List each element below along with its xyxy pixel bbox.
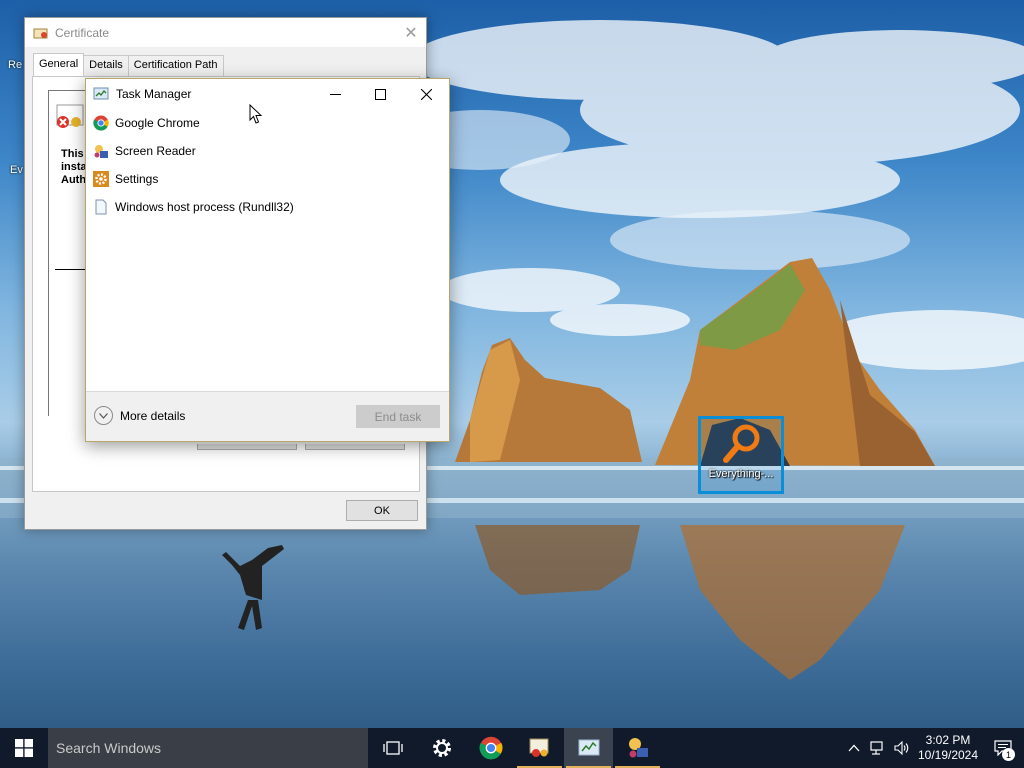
process-row-screen-reader[interactable]: Screen Reader <box>86 137 449 165</box>
network-button[interactable] <box>866 728 890 768</box>
chevron-down-icon <box>94 406 113 425</box>
certificate-icon <box>33 28 48 38</box>
clock-date: 10/19/2024 <box>917 748 979 762</box>
task-manager-icon <box>578 739 599 756</box>
minimize-button[interactable] <box>313 79 358 109</box>
certificate-text-line: This <box>61 148 84 160</box>
desktop-label-partial: Re <box>8 59 23 71</box>
minimize-icon <box>330 93 341 95</box>
taskbar-certificate[interactable] <box>515 728 564 768</box>
notification-badge: 1 <box>1002 748 1015 761</box>
screen-reader-icon <box>94 145 108 158</box>
network-icon <box>870 741 883 755</box>
speaker-icon <box>894 741 909 755</box>
taskbar-chrome[interactable] <box>466 728 515 768</box>
taskbar-settings[interactable] <box>417 728 466 768</box>
process-name: Google Chrome <box>115 116 200 130</box>
windows-logo-icon <box>15 739 33 757</box>
start-button[interactable] <box>0 728 48 768</box>
task-manager-window[interactable]: Task Manager Google Chrome Screen Reader… <box>85 78 450 442</box>
certificate-text-line: insta <box>61 161 87 173</box>
install-certificate-button[interactable] <box>197 444 297 450</box>
desktop-icon-label: Everything-... <box>708 468 774 480</box>
process-row-settings[interactable]: Settings <box>86 165 449 193</box>
task-manager-footer: More details End task <box>86 391 449 441</box>
task-view-button[interactable] <box>368 728 417 768</box>
tab-details[interactable]: Details <box>83 55 129 76</box>
desktop-label-partial: Ev <box>10 164 23 176</box>
ok-button[interactable]: OK <box>346 500 418 521</box>
process-list: Google Chrome Screen Reader Settings Win… <box>86 109 449 221</box>
tab-general[interactable]: General <box>33 53 85 76</box>
settings-gear-icon <box>93 171 109 187</box>
certificate-text-line: Auth <box>61 174 87 186</box>
settings-icon <box>432 739 451 757</box>
document-icon <box>95 199 107 215</box>
more-details-button[interactable]: More details <box>94 406 185 425</box>
everything-search-icon <box>723 424 760 463</box>
desktop-icon-everything[interactable]: Everything-... <box>698 416 784 494</box>
certificate-titlebar[interactable]: Certificate <box>25 18 426 47</box>
process-name: Windows host process (Rundll32) <box>115 200 294 214</box>
process-row-google-chrome[interactable]: Google Chrome <box>86 109 449 137</box>
tab-certification-path[interactable]: Certification Path <box>127 55 224 76</box>
close-icon <box>421 88 432 100</box>
search-box[interactable]: Search Windows <box>48 728 368 768</box>
task-manager-icon <box>93 87 109 100</box>
system-tray: 3:02 PM 10/19/2024 1 <box>842 728 1024 768</box>
mouse-cursor-icon <box>249 104 263 124</box>
taskbar: Search Windows 3:02 PM 10/19/2024 1 <box>0 728 1024 768</box>
show-hidden-icons-button[interactable] <box>842 728 866 768</box>
task-view-icon <box>382 741 403 755</box>
action-center-button[interactable]: 1 <box>982 728 1024 768</box>
taskbar-screen-reader[interactable] <box>613 728 662 768</box>
issuer-statement-button[interactable] <box>305 444 405 450</box>
certificate-tabs: General Details Certification Path <box>33 53 224 76</box>
process-name: Settings <box>115 172 159 186</box>
chrome-icon <box>479 736 502 760</box>
volume-button[interactable] <box>890 728 914 768</box>
close-button[interactable] <box>404 79 449 109</box>
chrome-icon <box>93 115 109 131</box>
certificate-icon <box>529 738 548 757</box>
more-details-label: More details <box>120 408 186 423</box>
chevron-up-icon <box>848 744 860 752</box>
clock[interactable]: 3:02 PM 10/19/2024 <box>914 733 982 763</box>
process-row-rundll32[interactable]: Windows host process (Rundll32) <box>86 193 449 221</box>
maximize-button[interactable] <box>358 79 403 109</box>
certificate-warning-icon <box>56 104 84 128</box>
maximize-icon <box>375 88 386 100</box>
certificate-close-button[interactable]: ✕ <box>396 18 426 47</box>
clock-time: 3:02 PM <box>925 733 971 747</box>
certificate-info-text: This insta Auth <box>61 148 87 187</box>
screen-reader-icon <box>628 738 648 758</box>
search-placeholder: Search Windows <box>56 740 162 756</box>
task-manager-title: Task Manager <box>116 87 192 101</box>
certificate-title: Certificate <box>55 25 110 40</box>
process-name: Screen Reader <box>115 144 196 158</box>
taskbar-task-manager[interactable] <box>564 728 613 768</box>
end-task-button[interactable]: End task <box>356 405 440 428</box>
